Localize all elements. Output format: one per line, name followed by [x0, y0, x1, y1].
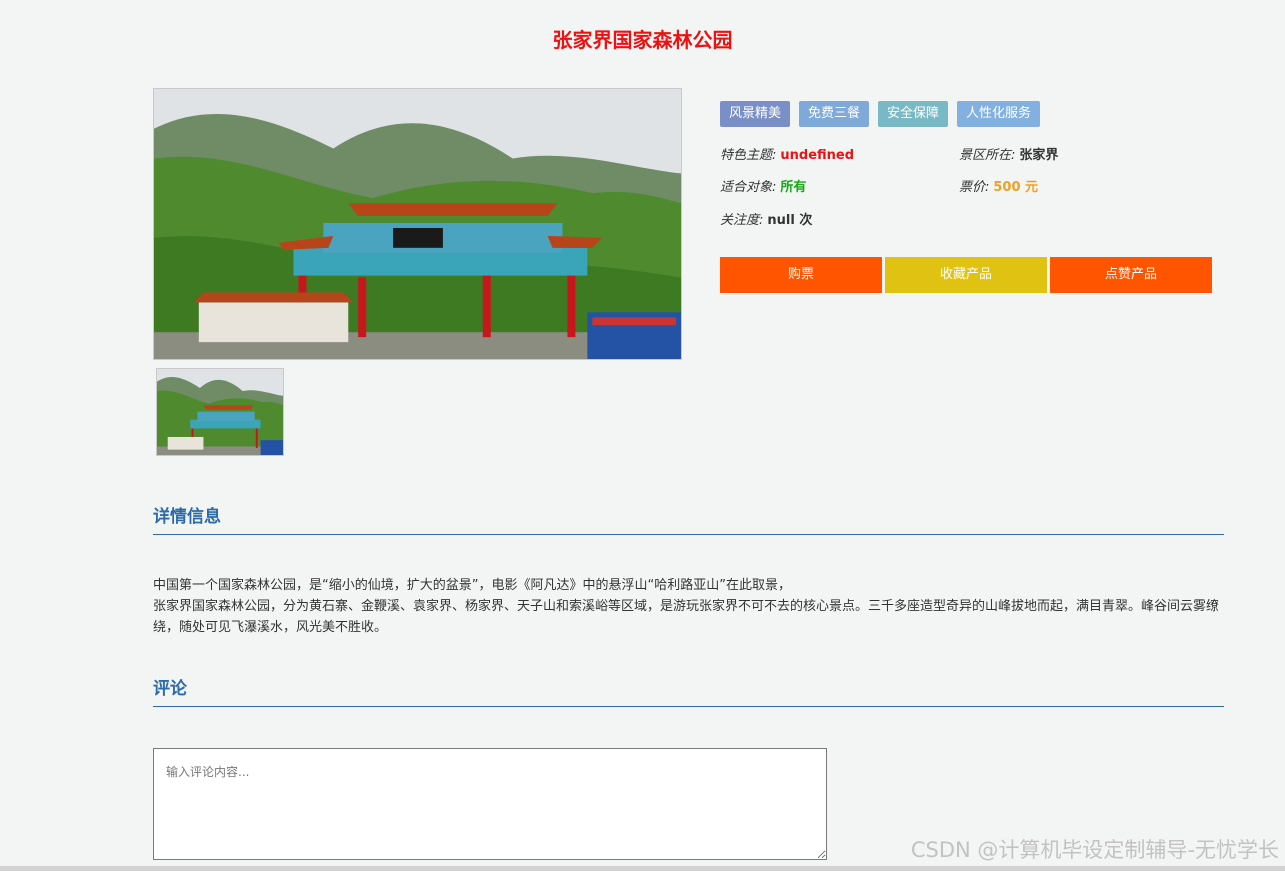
page-title: 张家界国家森林公园: [552, 28, 733, 52]
main-photo: [153, 88, 682, 360]
details-line-2: 张家界国家森林公园，分为黄石寨、金鞭溪、袁家界、杨家界、天子山和索溪峪等区域，是…: [153, 599, 1220, 635]
tag-free-meals: 免费三餐: [799, 101, 870, 127]
price-label: 票价:: [959, 180, 990, 195]
csdn-watermark: CSDN @计算机毕设定制辅导-无忧学长: [910, 838, 1279, 862]
location-info: 景区所在: 张家界: [959, 144, 1058, 163]
theme-value: undefined: [780, 148, 855, 163]
price-value: 500 元: [993, 180, 1039, 195]
comments-heading: 评论: [153, 679, 1224, 707]
tag-safety: 安全保障: [878, 101, 949, 127]
attention-info: 关注度: null 次: [720, 209, 812, 228]
audience-info: 适合对象: 所有: [720, 176, 806, 195]
theme-label: 特色主题:: [720, 148, 777, 163]
favorite-button[interactable]: 收藏产品: [885, 257, 1047, 293]
gateway-photo: [154, 89, 681, 359]
attention-label: 关注度:: [720, 213, 764, 228]
theme-info: 特色主题: undefined: [720, 144, 854, 163]
audience-label: 适合对象:: [720, 180, 777, 195]
details-text: 中国第一个国家森林公园，是“缩小的仙境，扩大的盆景”，电影《阿凡达》中的悬浮山“…: [153, 575, 1228, 638]
comment-input[interactable]: [153, 748, 827, 860]
audience-value: 所有: [780, 180, 807, 195]
bottom-scrollbar[interactable]: [0, 866, 1285, 871]
details-heading: 详情信息: [153, 507, 1224, 535]
location-value: 张家界: [1019, 148, 1059, 163]
thumbnail-image: [157, 369, 283, 455]
photo-thumbnail[interactable]: [156, 368, 284, 456]
details-line-1: 中国第一个国家森林公园，是“缩小的仙境，扩大的盆景”，电影《阿凡达》中的悬浮山“…: [153, 578, 791, 593]
attention-value: null 次: [767, 213, 813, 228]
tag-service: 人性化服务: [957, 101, 1041, 127]
action-buttons: 购票 收藏产品 点赞产品: [720, 257, 1212, 293]
tag-scenery: 风景精美: [720, 101, 791, 127]
location-label: 景区所在:: [959, 148, 1016, 163]
feature-tags: 风景精美 免费三餐 安全保障 人性化服务: [720, 101, 1041, 127]
like-button[interactable]: 点赞产品: [1050, 257, 1212, 293]
buy-ticket-button[interactable]: 购票: [720, 257, 882, 293]
price-info: 票价: 500 元: [959, 176, 1038, 195]
